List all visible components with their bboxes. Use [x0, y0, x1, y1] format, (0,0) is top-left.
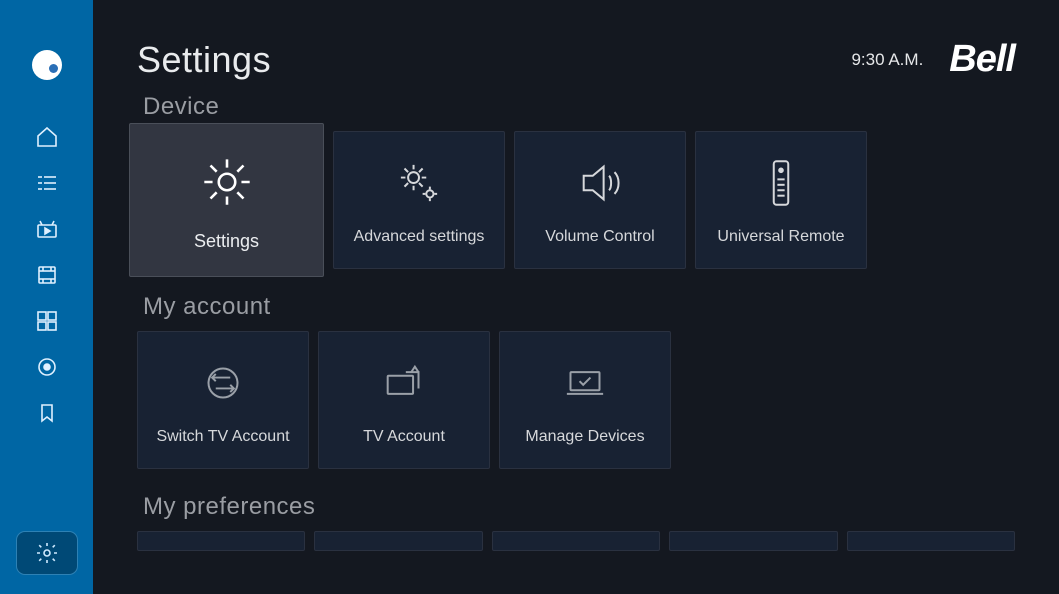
- tile-label: Advanced settings: [348, 228, 491, 246]
- nav-on-demand[interactable]: [17, 206, 77, 252]
- tile-pref-1[interactable]: [137, 531, 305, 551]
- tile-label: Settings: [188, 231, 265, 252]
- nav-apps[interactable]: [17, 298, 77, 344]
- header: Settings 9:30 A.M. Bell: [137, 38, 1015, 81]
- tile-switch-account[interactable]: Switch TV Account: [137, 331, 309, 469]
- film-icon: [35, 263, 59, 287]
- speaker-icon: [571, 154, 629, 212]
- page-title: Settings: [137, 39, 271, 81]
- on-demand-icon: [35, 217, 59, 241]
- tile-pref-4[interactable]: [669, 531, 837, 551]
- tile-volume-control[interactable]: Volume Control: [514, 131, 686, 269]
- nav-home[interactable]: [17, 114, 77, 160]
- tile-label: Switch TV Account: [150, 428, 295, 446]
- tile-pref-2[interactable]: [314, 531, 482, 551]
- gear-icon: [35, 541, 59, 565]
- remote-icon: [752, 154, 810, 212]
- tile-label: Volume Control: [539, 228, 660, 246]
- clock: 9:30 A.M.: [851, 50, 923, 70]
- account-tiles: Switch TV Account TV Account Manage Devi…: [137, 331, 1015, 469]
- main-content: Settings 9:30 A.M. Bell Device Settings …: [93, 0, 1059, 594]
- tile-advanced-settings[interactable]: Advanced settings: [333, 131, 505, 269]
- preferences-tiles: [137, 531, 1015, 551]
- gear-icon: [194, 149, 260, 215]
- home-icon: [35, 125, 59, 149]
- record-icon: [35, 355, 59, 379]
- tile-manage-devices[interactable]: Manage Devices: [499, 331, 671, 469]
- nav-live[interactable]: [17, 344, 77, 390]
- section-title-device: Device: [143, 93, 1015, 121]
- tile-pref-3[interactable]: [492, 531, 660, 551]
- bookmark-icon: [35, 401, 59, 425]
- section-title-account: My account: [143, 293, 1015, 321]
- apps-icon: [35, 309, 59, 333]
- assistant-icon[interactable]: [32, 50, 62, 80]
- guide-icon: [35, 171, 59, 195]
- tile-label: Universal Remote: [711, 228, 850, 246]
- tile-universal-remote[interactable]: Universal Remote: [695, 131, 867, 269]
- nav-settings-active[interactable]: [17, 532, 77, 574]
- tile-label: TV Account: [357, 428, 451, 446]
- tile-settings[interactable]: Settings: [129, 123, 324, 277]
- tile-label: Manage Devices: [519, 428, 650, 446]
- sync-icon: [194, 354, 252, 412]
- device-tiles: Settings Advanced settings Volume Contro…: [137, 131, 1015, 269]
- nav-guide[interactable]: [17, 160, 77, 206]
- sidebar: [0, 0, 93, 594]
- nav-recordings[interactable]: [17, 252, 77, 298]
- tile-tv-account[interactable]: TV Account: [318, 331, 490, 469]
- header-right: 9:30 A.M. Bell: [851, 38, 1015, 81]
- brand-logo: Bell: [949, 38, 1015, 81]
- laptop-check-icon: [556, 354, 614, 412]
- nav-bookmarks[interactable]: [17, 390, 77, 436]
- tv-account-icon: [375, 354, 433, 412]
- section-title-preferences: My preferences: [143, 493, 1015, 521]
- gears-icon: [390, 154, 448, 212]
- tile-pref-5[interactable]: [847, 531, 1015, 551]
